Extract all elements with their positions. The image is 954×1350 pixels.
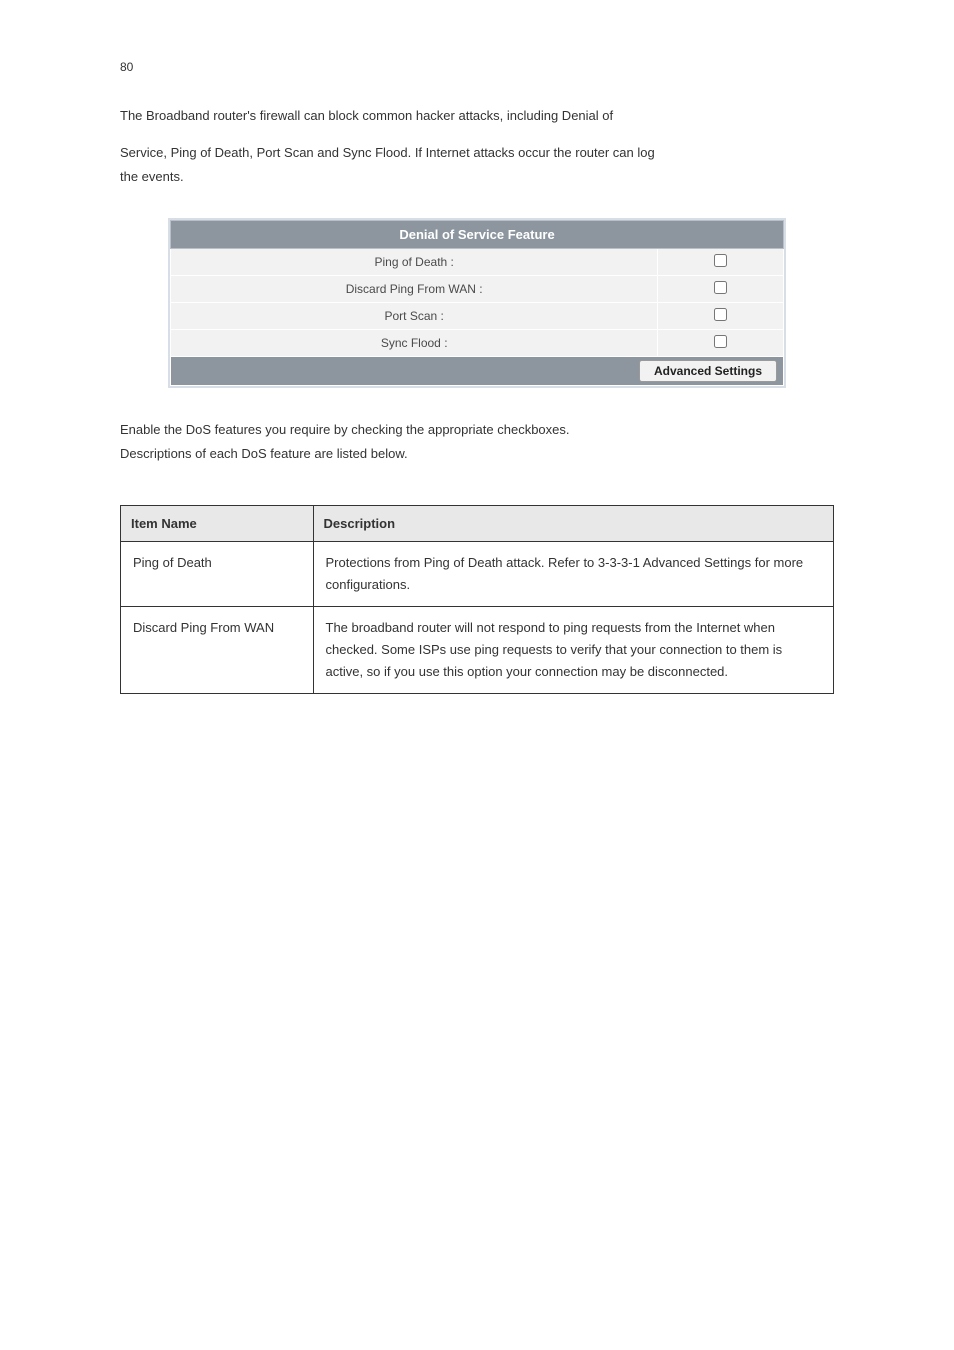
instruction-line1: Enable the DoS features you require by c… — [120, 418, 834, 441]
table-row: Sync Flood : — [171, 330, 784, 357]
table-row: Ping of Death : — [171, 249, 784, 276]
page-number: 80 — [120, 60, 834, 74]
port-scan-label: Port Scan : — [171, 303, 658, 330]
column-header-description: Description — [313, 505, 834, 541]
intro-line2: Service, Ping of Death, Port Scan and Sy… — [120, 141, 834, 164]
intro-line3: the events. — [120, 165, 834, 188]
discard-ping-label: Discard Ping From WAN : — [171, 276, 658, 303]
desc-text-discard-ping: The broadband router will not respond to… — [313, 607, 834, 694]
ping-of-death-checkbox[interactable] — [714, 254, 727, 267]
discard-ping-checkbox[interactable] — [714, 281, 727, 294]
sync-flood-checkbox[interactable] — [714, 335, 727, 348]
port-scan-checkbox[interactable] — [714, 308, 727, 321]
description-table: Item Name Description Ping of Death Prot… — [120, 505, 834, 694]
panel-header: Denial of Service Feature — [171, 221, 784, 249]
instruction-block: Enable the DoS features you require by c… — [120, 418, 834, 465]
ping-of-death-label: Ping of Death : — [171, 249, 658, 276]
dos-settings-panel: Denial of Service Feature Ping of Death … — [168, 218, 786, 388]
instruction-line2: Descriptions of each DoS feature are lis… — [120, 442, 834, 465]
sync-flood-label: Sync Flood : — [171, 330, 658, 357]
table-row: Ping of Death Protections from Ping of D… — [121, 541, 834, 606]
table-row: Discard Ping From WAN The broadband rout… — [121, 607, 834, 694]
table-row: Discard Ping From WAN : — [171, 276, 784, 303]
desc-text-ping-of-death: Protections from Ping of Death attack. R… — [313, 541, 834, 606]
desc-item-ping-of-death: Ping of Death — [121, 541, 314, 606]
desc-item-discard-ping: Discard Ping From WAN — [121, 607, 314, 694]
column-header-item: Item Name — [121, 505, 314, 541]
table-row: Port Scan : — [171, 303, 784, 330]
advanced-settings-button[interactable]: Advanced Settings — [639, 360, 777, 382]
intro-block: The Broadband router's firewall can bloc… — [120, 104, 834, 188]
intro-line1: The Broadband router's firewall can bloc… — [120, 104, 834, 127]
